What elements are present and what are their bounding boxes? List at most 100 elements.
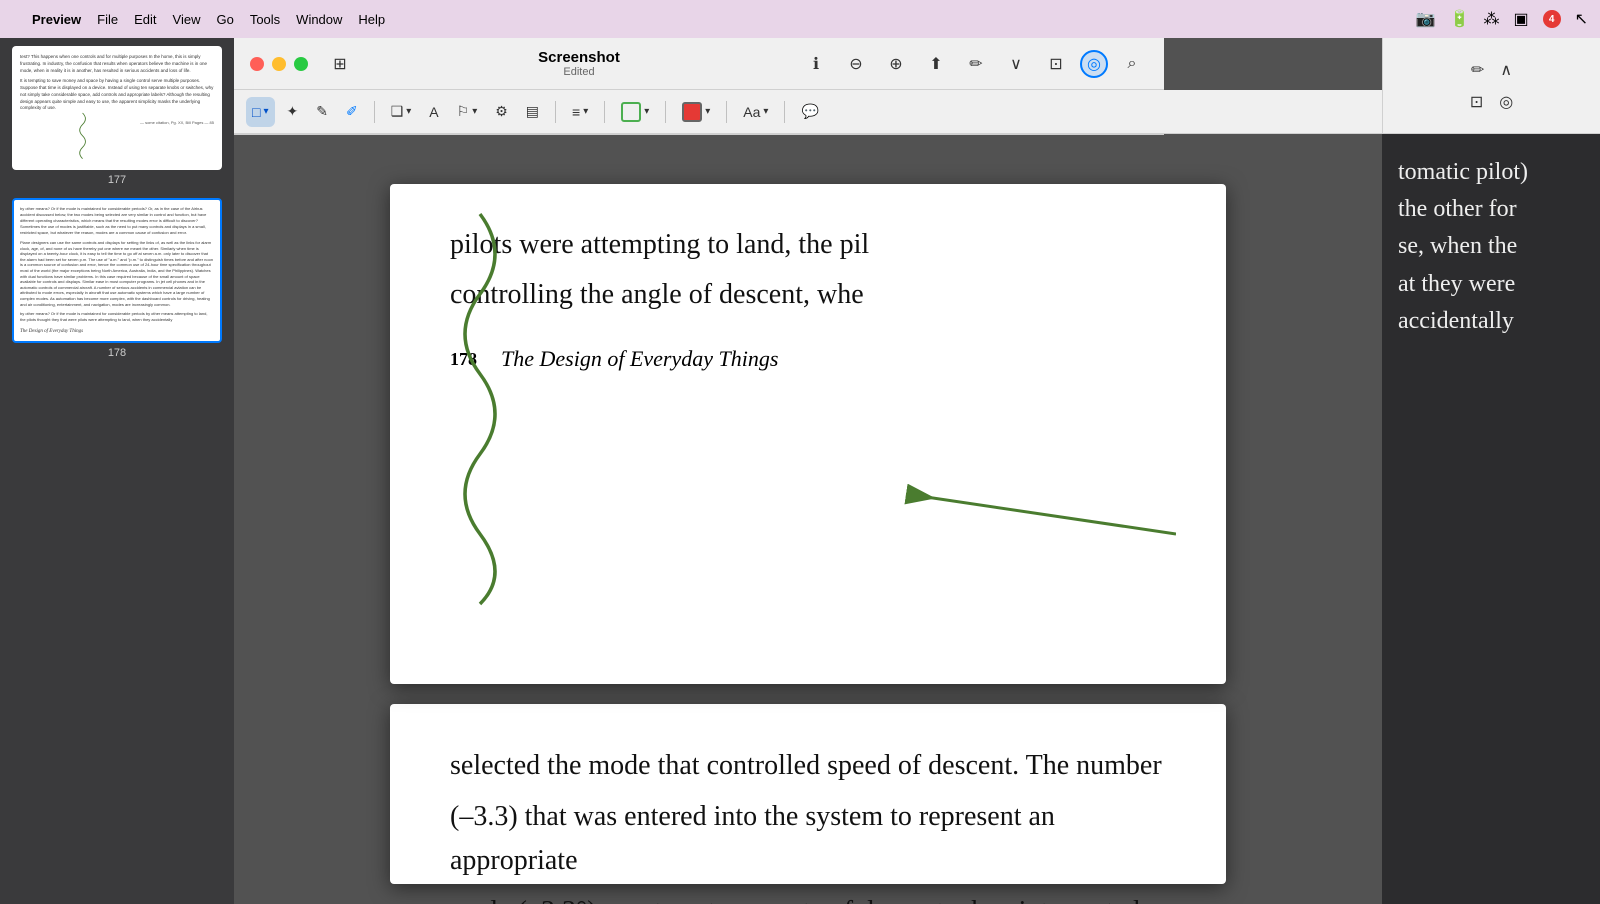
selection-tool-button[interactable]: □ ▾ xyxy=(246,97,275,127)
menu-tools[interactable]: Tools xyxy=(250,12,280,27)
main-content-area: ⊞ Screenshot Edited ℹ ⊖ ⊕ ⬆ ✏ ∨ ⊡ ◎ ⌕ xyxy=(234,38,1382,904)
adjust-button[interactable]: ⚙ xyxy=(489,97,514,127)
green-wavy-line xyxy=(74,58,134,168)
menu-view[interactable]: View xyxy=(173,12,201,27)
highlight-right-icon[interactable]: ◎ xyxy=(1495,88,1517,116)
page-number-177: 177 xyxy=(108,174,126,186)
notification-badge[interactable]: 4 xyxy=(1543,10,1561,28)
color-button[interactable]: ▾ xyxy=(676,97,716,127)
separator-5 xyxy=(726,101,727,123)
overflow-line-2: the other for xyxy=(1398,191,1584,228)
shapes-button[interactable]: ❑ ▾ xyxy=(385,97,418,127)
font-icon: Aa xyxy=(743,104,760,120)
pencil-icon[interactable]: ✏ xyxy=(1467,56,1488,84)
thumbnail-sidebar: test? This happens when one controls and… xyxy=(0,38,234,904)
lines-icon: ≡ xyxy=(572,104,580,120)
thumbnail-preview-178: by other means? Or if the mode is mainta… xyxy=(12,198,222,343)
minimize-button[interactable] xyxy=(272,57,286,71)
bottom-text-1: selected the mode that controlled speed … xyxy=(450,744,1166,787)
menubar-right-icons: 📷 🔋 ⁂ ▣ 4 ↖ xyxy=(1416,9,1588,29)
markup-dropdown-button[interactable]: ∨ xyxy=(1000,50,1032,78)
zoom-out-button[interactable]: ⊖ xyxy=(840,50,872,78)
color-dropdown-icon: ▾ xyxy=(705,106,710,117)
page-document-top: pilots were attempting to land, the pil … xyxy=(390,184,1226,684)
camera-icon[interactable]: 📷 xyxy=(1416,9,1436,29)
page-number-178: 178 xyxy=(108,347,126,359)
page-text-line2: controlling the angle of descent, whe xyxy=(450,274,1166,316)
border-style-preview xyxy=(621,102,641,122)
thumbnail-item-177[interactable]: test? This happens when one controls and… xyxy=(8,46,226,190)
overflow-line-4: at they were xyxy=(1398,266,1584,303)
highlight-button[interactable]: ◎ xyxy=(1080,50,1108,78)
window-titlebar: ⊞ Screenshot Edited ℹ ⊖ ⊕ ⬆ ✏ ∨ ⊡ ◎ ⌕ xyxy=(234,38,1164,135)
selection-dropdown-icon: ▾ xyxy=(263,106,268,117)
secondary-toolbar: □ ▾ ✦ ✎ ✐ ❑ ▾ A ⚐ ▾ ⚙ ▤ xyxy=(234,90,1382,134)
signature-icon: ⚐ xyxy=(457,103,470,120)
main-layout: test? This happens when one controls and… xyxy=(0,38,1600,904)
separator-2 xyxy=(555,101,556,123)
menu-file[interactable]: File xyxy=(97,12,118,27)
font-dropdown-icon: ▾ xyxy=(763,106,768,117)
thumbnail-content-178: by other means? Or if the mode is mainta… xyxy=(14,200,220,341)
document-subtitle: Edited xyxy=(563,66,594,78)
shapes-icon: ❑ xyxy=(391,103,404,120)
maximize-button[interactable] xyxy=(294,57,308,71)
pen-tool-button[interactable]: ✐ xyxy=(340,97,364,127)
app-name[interactable]: Preview xyxy=(32,12,81,27)
title-section: Screenshot Edited xyxy=(358,49,800,78)
crop-right-icon[interactable]: ⊡ xyxy=(1466,88,1487,116)
freehand-button[interactable]: ✎ xyxy=(310,97,334,127)
zoom-in-button[interactable]: ⊕ xyxy=(880,50,912,78)
font-button[interactable]: Aa ▾ xyxy=(737,97,774,127)
menu-help[interactable]: Help xyxy=(358,12,385,27)
bottom-text-2: (–3.3) that was entered into the system … xyxy=(450,795,1166,882)
right-panel: ✏ ∧ ⊡ ◎ tomatic pilot) the other for se,… xyxy=(1382,38,1600,904)
bottom-text-3: angle (–3.3°) was too steep a rate of de… xyxy=(450,890,1166,904)
menu-edit[interactable]: Edit xyxy=(134,12,156,27)
separator-4 xyxy=(665,101,666,123)
layout-button[interactable]: ▤ xyxy=(520,97,545,127)
lines-button[interactable]: ≡ ▾ xyxy=(566,97,594,127)
close-button[interactable] xyxy=(250,57,264,71)
separator-3 xyxy=(604,101,605,123)
overflow-line-3: se, when the xyxy=(1398,228,1584,265)
border-style-button[interactable]: ▾ xyxy=(615,97,655,127)
selection-icon: □ xyxy=(252,104,260,120)
right-dark-area xyxy=(1382,360,1600,904)
right-toolbar: ✏ ∧ ⊡ ◎ xyxy=(1382,38,1600,134)
page-num-display: 178 xyxy=(450,349,477,370)
menubar: Preview File Edit View Go Tools Window H… xyxy=(0,0,1600,38)
text-button[interactable]: A xyxy=(423,97,444,127)
page-number-line: 178 The Design of Everyday Things xyxy=(450,346,1166,372)
signature-dropdown-icon: ▾ xyxy=(472,106,477,117)
book-title: The Design of Everyday Things xyxy=(501,346,778,372)
markup-button[interactable]: ✏ xyxy=(960,50,992,78)
menu-window[interactable]: Window xyxy=(296,12,342,27)
shapes-dropdown-icon: ▾ xyxy=(406,106,411,117)
cursor-icon[interactable]: ↖ xyxy=(1575,9,1588,29)
grid-icon[interactable]: ⁂ xyxy=(1483,9,1499,29)
signature-button[interactable]: ⚐ ▾ xyxy=(451,97,484,127)
green-arrow-annotation xyxy=(896,484,1176,544)
search-button[interactable]: ⌕ xyxy=(1116,50,1148,78)
document-title: Screenshot xyxy=(538,49,620,66)
menu-go[interactable]: Go xyxy=(216,12,233,27)
magic-select-button[interactable]: ✦ xyxy=(281,97,305,127)
share-button[interactable]: ⬆ xyxy=(920,50,952,78)
battery-icon[interactable]: 🔋 xyxy=(1450,9,1470,29)
thumbnail-item-178[interactable]: by other means? Or if the mode is mainta… xyxy=(8,198,226,363)
comment-button[interactable]: 💬 xyxy=(795,97,824,127)
thumbnail-preview-177: test? This happens when one controls and… xyxy=(12,46,222,170)
info-button[interactable]: ℹ xyxy=(800,50,832,78)
chevron-icon[interactable]: ∧ xyxy=(1496,56,1516,84)
crop-button[interactable]: ⊡ xyxy=(1040,50,1072,78)
overflow-line-5: accidentally xyxy=(1398,303,1584,340)
color-preview xyxy=(682,102,702,122)
right-overflow-text: tomatic pilot) the other for se, when th… xyxy=(1382,134,1600,360)
page-document-bottom: selected the mode that controlled speed … xyxy=(390,704,1226,884)
sidebar-toggle-button[interactable]: ⊞ xyxy=(324,50,356,78)
right-toolbar-icons: ✏ ∧ xyxy=(1467,56,1516,84)
page-text-main: pilots were attempting to land, the pil xyxy=(450,224,1166,266)
airplay-icon[interactable]: ▣ xyxy=(1513,9,1528,29)
border-dropdown-icon: ▾ xyxy=(644,106,649,117)
